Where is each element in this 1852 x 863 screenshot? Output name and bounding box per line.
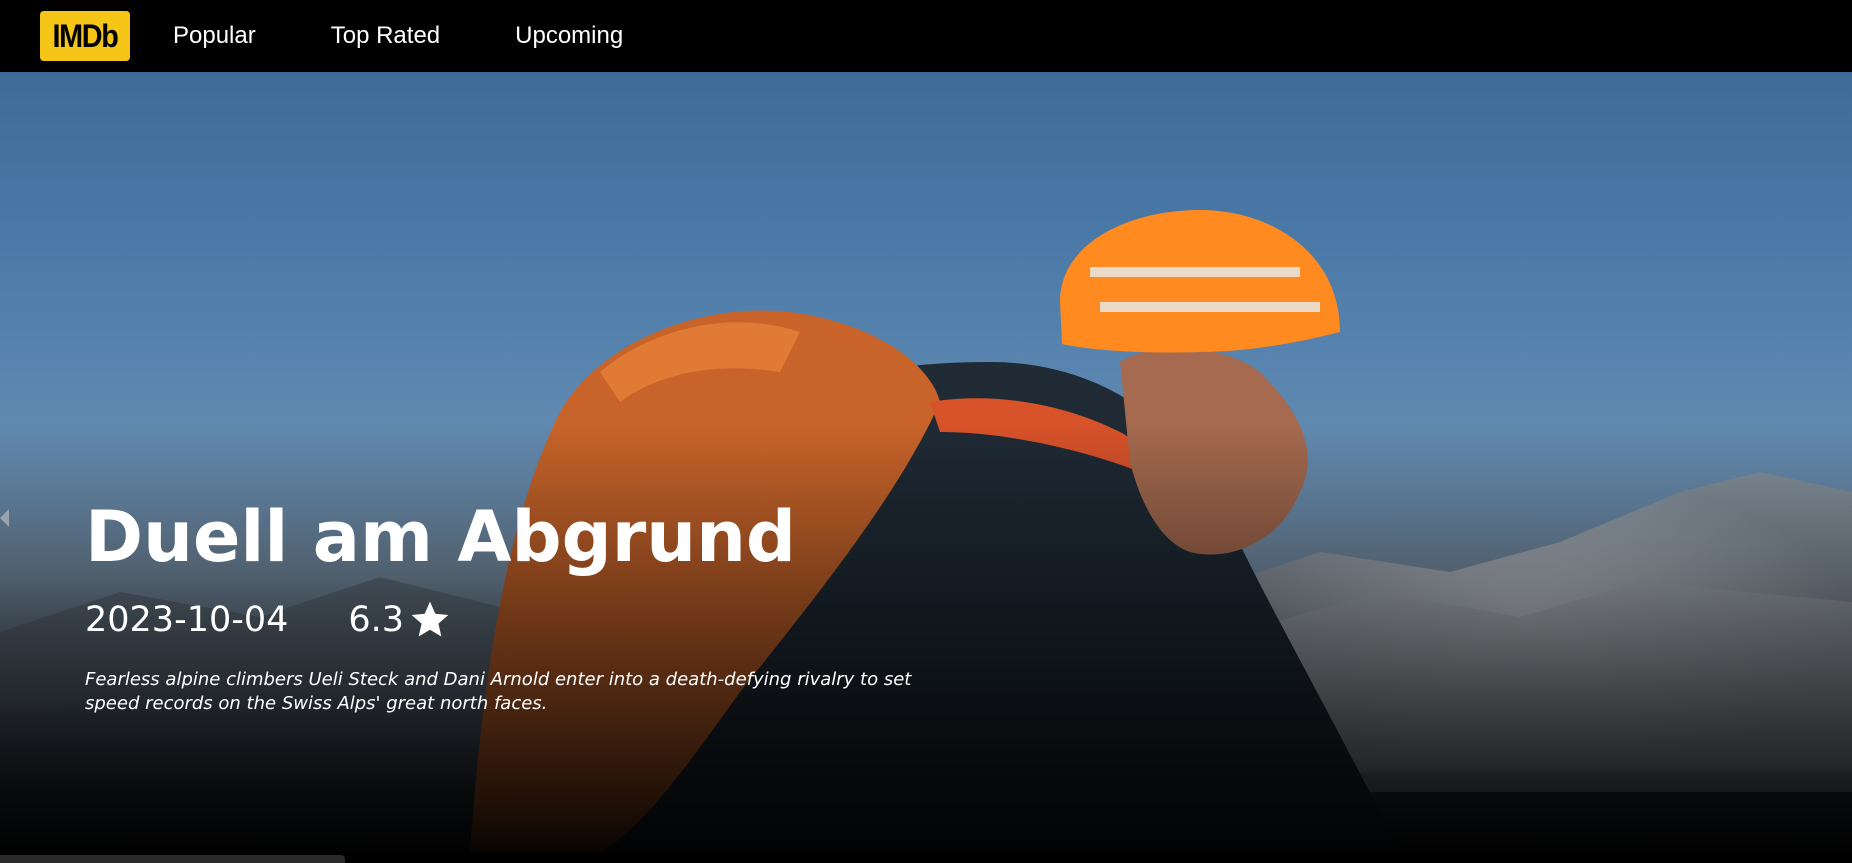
top-navbar: IMDb Popular Top Rated Upcoming [0, 0, 1852, 72]
nav-link-upcoming[interactable]: Upcoming [515, 22, 623, 50]
nav-link-top-rated[interactable]: Top Rated [331, 22, 440, 50]
movie-meta: 2023-10-04 6.3 [85, 598, 985, 642]
nav-links: Popular Top Rated Upcoming [173, 22, 698, 50]
imdb-logo[interactable]: IMDb [40, 11, 130, 61]
movie-description: Fearless alpine climbers Ueli Steck and … [85, 669, 912, 714]
hero-fade-overlay [0, 72, 1852, 852]
hero-carousel[interactable]: Duell am Abgrund 2023-10-04 6.3 Fearless… [0, 72, 1852, 852]
hero-info: Duell am Abgrund 2023-10-04 6.3 Fearless… [85, 502, 985, 716]
rating: 6.3 [348, 598, 452, 642]
chevron-left-icon[interactable] [0, 509, 9, 527]
rating-value: 6.3 [348, 600, 405, 640]
status-bar-url [0, 855, 345, 863]
movie-title: Duell am Abgrund [85, 496, 797, 578]
nav-link-popular[interactable]: Popular [173, 22, 256, 50]
release-date: 2023-10-04 [85, 600, 289, 640]
star-icon [411, 601, 449, 637]
